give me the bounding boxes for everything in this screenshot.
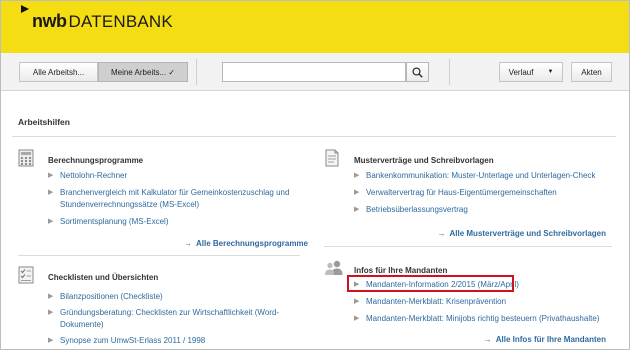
bullet-arrow-icon: ▶ bbox=[48, 293, 54, 300]
search-button[interactable] bbox=[406, 62, 429, 82]
section-list: ▶ Nettolohn-Rechner ▶ Branchenvergleich mi… bbox=[48, 170, 310, 228]
bullet-arrow-icon: ▶ bbox=[354, 298, 360, 305]
app-header: nwb DATENBANK bbox=[1, 1, 629, 53]
section-title: Musterverträge und Schreibvorlagen bbox=[354, 156, 494, 165]
section-title: Infos für Ihre Mandanten bbox=[354, 266, 448, 275]
list-item[interactable]: ▶ Bilanzpositionen (Checkliste) bbox=[48, 291, 310, 303]
calculator-icon bbox=[18, 149, 34, 167]
section-mandanten: Infos für Ihre Mandanten ▶ Mandanten-Info… bbox=[324, 259, 612, 349]
bullet-arrow-icon: ▶ bbox=[48, 309, 54, 316]
list-item[interactable]: ▶ Nettolohn-Rechner bbox=[48, 170, 310, 182]
search-input[interactable] bbox=[222, 62, 406, 82]
bullet-arrow-icon: ▶ bbox=[48, 337, 54, 344]
page-title: Arbeitshilfen bbox=[18, 117, 70, 127]
section-divider bbox=[324, 246, 612, 247]
list-item[interactable]: ▶ Gründungsberatung: Checklisten zur Wirt… bbox=[48, 307, 310, 331]
bullet-arrow-icon: ▶ bbox=[48, 189, 54, 196]
toolbar: Alle Arbeitsh... Meine Arbeits... ✓ Verl… bbox=[1, 53, 629, 91]
chevron-down-icon: ▼ bbox=[547, 69, 554, 75]
logo-triangle-icon bbox=[21, 5, 29, 13]
bullet-arrow-icon: ▶ bbox=[354, 189, 360, 196]
document-icon bbox=[325, 149, 339, 167]
list-item[interactable]: ▶ Mandanten-Merkblatt: Minijobs richtig b… bbox=[354, 313, 612, 325]
selection-highlight bbox=[347, 275, 514, 292]
section-checklisten: Checklisten und Übersichten ▶ Bilanzposit… bbox=[18, 266, 308, 350]
all-templates-link[interactable]: → Alle Musterverträge und Schreibvorlagen bbox=[438, 229, 607, 238]
my-tools-button[interactable]: Meine Arbeits... ✓ bbox=[98, 62, 188, 82]
list-item[interactable]: ▶ Verwaltervertrag für Haus-Eigentümergem… bbox=[354, 187, 612, 199]
checklist-icon bbox=[18, 266, 34, 284]
all-client-info-link[interactable]: → Alle Infos für Ihre Mandanten bbox=[484, 335, 606, 344]
search-icon bbox=[412, 66, 423, 78]
title-divider bbox=[12, 136, 616, 137]
bullet-arrow-icon: ▶ bbox=[48, 172, 54, 179]
bullet-arrow-icon: ▶ bbox=[354, 206, 360, 213]
list-item[interactable]: ▶ Bankenkommunikation: Muster-Unterlage u… bbox=[354, 170, 612, 182]
list-item[interactable]: ▶ Mandanten-Merkblatt: Krisenprävention bbox=[354, 296, 612, 308]
list-item[interactable]: ▶ Sortimentsplanung (MS-Excel) bbox=[48, 216, 310, 228]
all-tools-button[interactable]: Alle Arbeitsh... bbox=[19, 62, 98, 82]
all-calculators-link[interactable]: → Alle Berechnungsprogramme bbox=[184, 239, 308, 248]
logo-product: DATENBANK bbox=[68, 12, 173, 31]
arrow-right-icon: → bbox=[437, 229, 446, 238]
bullet-arrow-icon: ▶ bbox=[48, 218, 54, 225]
section-title: Checklisten und Übersichten bbox=[48, 273, 159, 282]
list-item[interactable]: ▶ Betriebsüberlassungsvertrag bbox=[354, 204, 612, 216]
bullet-arrow-icon: ▶ bbox=[354, 315, 360, 322]
users-icon bbox=[325, 260, 343, 275]
bullet-arrow-icon: ▶ bbox=[354, 172, 360, 179]
toolbar-divider bbox=[449, 59, 450, 85]
documents-button[interactable]: Akten bbox=[571, 62, 612, 82]
section-list: ▶ Bilanzpositionen (Checkliste) ▶ Gründung… bbox=[48, 291, 310, 347]
history-label: Verlauf bbox=[508, 67, 534, 77]
arrow-right-icon: → bbox=[483, 335, 492, 344]
list-item[interactable]: ▶ Branchenvergleich mit Kalkulator für Ge… bbox=[48, 187, 310, 211]
logo[interactable]: nwb DATENBANK bbox=[32, 11, 173, 32]
list-item[interactable]: ▶ Synopse zum UmwSt-Erlass 2011 / 1998 bbox=[48, 335, 310, 347]
section-title: Berechnungsprogramme bbox=[48, 156, 144, 165]
history-dropdown[interactable]: Verlauf ▼ bbox=[499, 62, 563, 82]
section-divider bbox=[18, 255, 300, 256]
logo-brand: nwb bbox=[32, 11, 67, 31]
toolbar-divider bbox=[196, 59, 197, 85]
section-berechnungsprogramme: Berechnungsprogramme ▶ Nettolohn-Rechner … bbox=[18, 149, 308, 259]
arrow-right-icon: → bbox=[183, 239, 192, 248]
section-list: ▶ Bankenkommunikation: Muster-Unterlage u… bbox=[354, 170, 612, 216]
section-mustervertraege: Musterverträge und Schreibvorlagen ▶ Bank… bbox=[324, 149, 612, 259]
